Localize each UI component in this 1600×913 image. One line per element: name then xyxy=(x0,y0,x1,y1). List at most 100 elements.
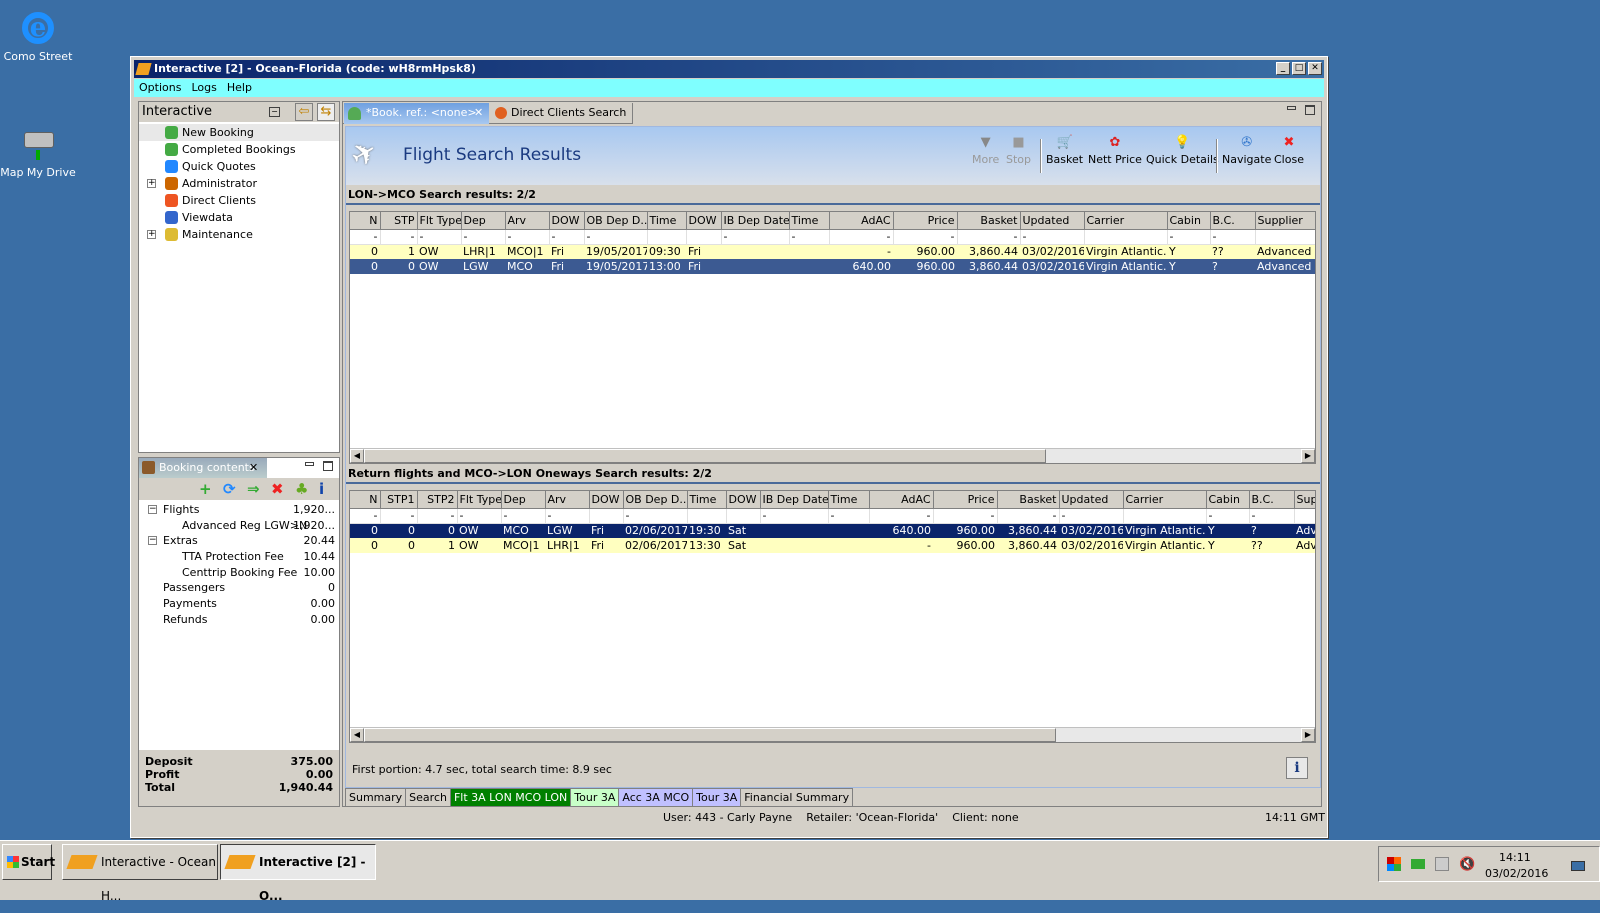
collapse-icon[interactable]: − xyxy=(148,536,157,546)
bottom-tab-summary[interactable]: Summary xyxy=(346,789,407,806)
column-header[interactable]: Carrier xyxy=(1084,212,1168,230)
bottom-tab-financial-summary[interactable]: Financial Summary xyxy=(741,789,854,806)
filter-cell[interactable]: - xyxy=(549,229,585,245)
bottom-tab-acc-3a-mco[interactable]: Acc 3A MCO xyxy=(619,789,694,806)
scrollbar-thumb[interactable] xyxy=(364,728,1056,742)
menu-help[interactable]: Help xyxy=(222,81,257,94)
column-header[interactable]: IB Dep Date xyxy=(760,491,829,509)
filter-cell[interactable]: - xyxy=(545,508,590,524)
filter-cell[interactable]: - xyxy=(584,229,648,245)
column-header[interactable]: Basket xyxy=(957,212,1021,230)
more-button[interactable]: ▼ More xyxy=(972,135,999,166)
menu-options[interactable]: Options xyxy=(134,81,186,94)
filter-cell[interactable] xyxy=(1084,229,1168,245)
sidebar-item-new-booking[interactable]: New Booking xyxy=(139,124,339,141)
info-button[interactable]: i xyxy=(1286,757,1308,779)
column-header[interactable]: DOW xyxy=(726,491,761,509)
network-icon[interactable] xyxy=(1411,859,1425,869)
filter-cell[interactable]: - xyxy=(1249,508,1295,524)
filter-cell[interactable] xyxy=(726,508,761,524)
booking-item[interactable]: Centtrip Booking Fee 10.00 xyxy=(139,565,339,581)
close-tab-icon[interactable]: ✕ xyxy=(474,103,483,123)
table-row[interactable]: 0 1 OW LHR|1 MCO|1 Fri 19/05/2017 09:30 Fri -960.… xyxy=(350,244,1315,259)
taskbar-item-interactive-1[interactable]: Interactive - Ocean H... xyxy=(62,844,218,903)
filter-cell[interactable] xyxy=(647,229,687,245)
column-header[interactable]: Basket xyxy=(997,491,1060,509)
swap-icon[interactable]: ⇆ xyxy=(317,103,335,121)
column-header[interactable]: Time xyxy=(687,491,727,509)
column-header[interactable]: B.C. xyxy=(1210,212,1256,230)
column-header[interactable]: Time xyxy=(789,212,830,230)
delete-icon[interactable]: ✖ xyxy=(271,480,284,498)
table-row[interactable]: 0 0 0 OW MCO LGW Fri 02/06/2017 19:30 Sat 640.00 96… xyxy=(350,523,1315,538)
filter-cell[interactable]: - xyxy=(828,508,870,524)
maximize-panel-icon[interactable] xyxy=(323,461,333,471)
filter-cell[interactable]: - xyxy=(417,229,462,245)
scroll-left-icon[interactable]: ◀ xyxy=(350,449,364,463)
nett-price-button[interactable]: ✿ Nett Price xyxy=(1088,135,1142,166)
filter-cell[interactable]: - xyxy=(1167,229,1211,245)
horizontal-scrollbar[interactable]: ◀ ▶ xyxy=(350,727,1315,742)
column-header[interactable]: STP xyxy=(380,212,418,230)
sidebar-item-maintenance[interactable]: + Maintenance xyxy=(139,226,339,243)
sidebar-item-viewdata[interactable]: Viewdata xyxy=(139,209,339,226)
expand-icon[interactable]: + xyxy=(147,230,156,239)
filter-cell[interactable] xyxy=(687,508,727,524)
minimize-pane-icon[interactable] xyxy=(1287,106,1296,110)
column-header[interactable]: OB Dep D... xyxy=(584,212,648,230)
filter-cell[interactable]: - xyxy=(829,229,894,245)
booking-item[interactable]: − Extras 20.44 xyxy=(139,533,339,549)
bottom-tab-search[interactable]: Search xyxy=(406,789,451,806)
desktop-icon-como-street[interactable]: e Como Street xyxy=(0,8,76,63)
expand-icon[interactable]: + xyxy=(147,179,156,188)
device-icon[interactable] xyxy=(1435,857,1449,871)
column-header[interactable]: N xyxy=(350,212,381,230)
collapse-icon[interactable]: − xyxy=(148,505,157,514)
filter-cell[interactable]: - xyxy=(789,229,830,245)
column-header[interactable]: Updated xyxy=(1059,491,1124,509)
filter-cell[interactable]: - xyxy=(933,508,998,524)
sidebar-item-quick-quotes[interactable]: Quick Quotes xyxy=(139,158,339,175)
column-header[interactable]: Time xyxy=(647,212,687,230)
stop-button[interactable]: ■ Stop xyxy=(1006,135,1031,166)
bottom-tab-flt-3a-lon-mco-lon[interactable]: Flt 3A LON MCO LON xyxy=(450,789,572,806)
scroll-left-icon[interactable]: ◀ xyxy=(350,728,364,742)
scroll-right-icon[interactable]: ▶ xyxy=(1301,449,1315,463)
maximize-button[interactable]: □ xyxy=(1292,62,1306,75)
sidebar-item-completed-bookings[interactable]: Completed Bookings xyxy=(139,141,339,158)
filter-cell[interactable]: - xyxy=(760,508,829,524)
taskbar-item-interactive-2[interactable]: Interactive [2] - O... xyxy=(220,844,376,903)
flag-icon[interactable] xyxy=(1387,857,1401,871)
column-header[interactable]: Dep xyxy=(501,491,546,509)
palm-tree-icon[interactable]: ♣ xyxy=(295,480,308,498)
filter-cell[interactable]: - xyxy=(997,508,1060,524)
booking-item[interactable]: TTA Protection Fee 10.44 xyxy=(139,549,339,565)
filter-cell[interactable]: - xyxy=(505,229,550,245)
column-header[interactable]: Carrier xyxy=(1123,491,1207,509)
column-header[interactable]: AdAC xyxy=(869,491,934,509)
filter-cell[interactable] xyxy=(686,229,722,245)
filter-cell[interactable]: - xyxy=(1210,229,1256,245)
speaker-muted-icon[interactable]: 🔇 xyxy=(1459,857,1475,872)
navigate-button[interactable]: ✇ Navigate xyxy=(1222,135,1271,166)
filter-cell[interactable]: - xyxy=(869,508,934,524)
desktop-icon-map-my-drive[interactable]: Map My Drive xyxy=(0,124,76,179)
filter-cell[interactable] xyxy=(1123,508,1207,524)
basket-transfer-icon[interactable]: ⇒ xyxy=(247,480,260,498)
filter-cell[interactable]: - xyxy=(1206,508,1250,524)
info-icon[interactable]: i xyxy=(319,480,324,498)
close-button[interactable]: ✖ Close xyxy=(1274,135,1304,166)
filter-cell[interactable]: - xyxy=(457,508,502,524)
column-header[interactable]: Flt Type xyxy=(417,212,462,230)
column-header[interactable]: Arv xyxy=(545,491,590,509)
booking-item[interactable]: Payments 0.00 xyxy=(139,596,339,612)
filter-cell[interactable]: - xyxy=(350,229,381,245)
filter-cell[interactable]: - xyxy=(350,508,381,524)
filter-cell[interactable] xyxy=(1255,229,1315,245)
column-header[interactable]: Sup xyxy=(1294,491,1315,509)
bottom-tab-tour-3a[interactable]: Tour 3A xyxy=(693,789,742,806)
maximize-pane-icon[interactable] xyxy=(1305,105,1315,115)
column-header[interactable]: Price xyxy=(933,491,998,509)
filter-cell[interactable]: - xyxy=(461,229,506,245)
horizontal-scrollbar[interactable]: ◀ ▶ xyxy=(350,448,1315,463)
